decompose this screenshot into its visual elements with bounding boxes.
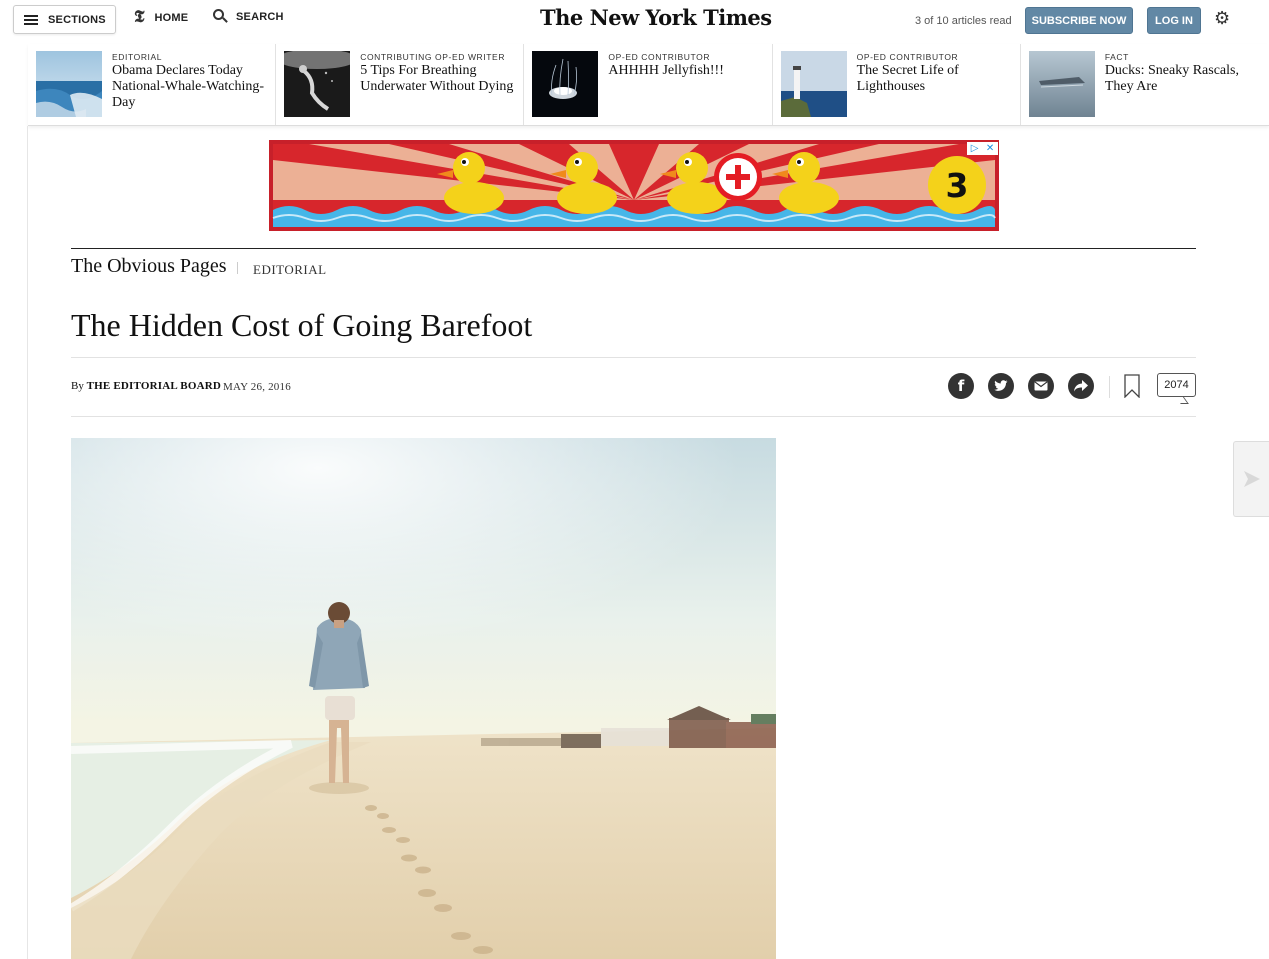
page-left-rule bbox=[27, 126, 28, 959]
sections-label: SECTIONS bbox=[48, 13, 106, 26]
sections-button[interactable]: SECTIONS bbox=[13, 5, 116, 34]
more-share-icon[interactable] bbox=[1068, 373, 1094, 399]
email-share-icon[interactable] bbox=[1028, 373, 1054, 399]
ribbon-item[interactable]: EDITORIAL Obama Declares Today National-… bbox=[28, 44, 277, 125]
byline-author[interactable]: THE EDITORIAL BOARD bbox=[87, 380, 221, 392]
ribbon-title[interactable]: Ducks: Sneaky Rascals, They Are bbox=[1105, 63, 1265, 95]
ad-choices-icon[interactable]: ▷ ✕ bbox=[967, 142, 998, 155]
top-navigation-bar: SECTIONS 𝕿 HOME SEARCH The New York Time… bbox=[0, 0, 1269, 44]
ribbon-item[interactable]: CONTRIBUTING OP-ED WRITER 5 Tips For Bre… bbox=[276, 44, 525, 125]
ribbon-item[interactable]: OP-ED CONTRIBUTOR The Secret Life of Lig… bbox=[773, 44, 1021, 125]
home-button[interactable]: 𝕿 HOME bbox=[134, 9, 188, 26]
hamburger-menu-icon bbox=[24, 14, 38, 25]
ribbon-thumbnail bbox=[1028, 51, 1095, 117]
comments-bubble-tail bbox=[1175, 396, 1189, 404]
byline-prefix: By bbox=[71, 380, 84, 392]
twitter-share-icon[interactable] bbox=[988, 373, 1014, 399]
ad-counter: 3 bbox=[946, 166, 969, 205]
banner-advertisement[interactable]: 3 bbox=[269, 140, 999, 231]
ribbon-kicker: CONTRIBUTING OP-ED WRITER bbox=[360, 52, 506, 62]
ribbon-kicker: OP-ED CONTRIBUTOR bbox=[608, 52, 711, 62]
ribbon-thumbnail bbox=[36, 51, 102, 117]
facebook-share-icon[interactable]: f bbox=[948, 373, 974, 399]
ribbon-item[interactable]: FACT Ducks: Sneaky Rascals, They Are bbox=[1021, 44, 1269, 125]
next-article-tab[interactable] bbox=[1233, 441, 1269, 517]
ribbon-title[interactable]: Obama Declares Today National-Whale-Watc… bbox=[112, 63, 272, 111]
article-headline: The Hidden Cost of Going Barefoot bbox=[71, 307, 533, 343]
home-label: HOME bbox=[154, 11, 189, 24]
column-name[interactable]: The Obvious Pages bbox=[71, 255, 227, 278]
search-icon bbox=[213, 9, 228, 24]
search-label: SEARCH bbox=[236, 10, 284, 23]
bookmark-icon[interactable] bbox=[1124, 374, 1140, 399]
ribbon-kicker: FACT bbox=[1104, 52, 1129, 62]
ribbon-kicker: OP-ED CONTRIBUTOR bbox=[856, 52, 959, 62]
publish-date: MAY 26, 2016 bbox=[223, 381, 291, 393]
articles-read-meter: 3 of 10 articles read bbox=[915, 15, 1012, 27]
ribbon-title[interactable]: AHHHH Jellyfish!!! bbox=[608, 63, 768, 79]
ribbon-thumbnail bbox=[532, 51, 599, 117]
byline-divider bbox=[71, 416, 1196, 417]
kicker-divider bbox=[237, 262, 238, 274]
headline-divider bbox=[71, 357, 1196, 358]
ribbon-title[interactable]: 5 Tips For Breathing Underwater Without … bbox=[360, 63, 520, 95]
nyt-t-logo-icon: 𝕿 bbox=[134, 7, 145, 27]
masthead-logo[interactable]: The New York Times bbox=[540, 5, 772, 30]
share-divider bbox=[1109, 376, 1110, 398]
byline: By THE EDITORIAL BOARD bbox=[71, 380, 221, 392]
hero-image bbox=[71, 438, 776, 959]
ribbon-thumbnail bbox=[284, 51, 351, 117]
comments-count-button[interactable]: 2074 bbox=[1157, 373, 1196, 397]
article-ribbon: EDITORIAL Obama Declares Today National-… bbox=[28, 44, 1269, 126]
subscribe-button[interactable]: SUBSCRIBE NOW bbox=[1025, 7, 1133, 34]
login-button[interactable]: LOG IN bbox=[1147, 7, 1201, 34]
ribbon-kicker: EDITORIAL bbox=[112, 52, 163, 62]
section-top-rule bbox=[71, 248, 1196, 249]
ribbon-item[interactable]: OP-ED CONTRIBUTOR AHHHH Jellyfish!!! bbox=[524, 44, 773, 125]
ribbon-title[interactable]: The Secret Life of Lighthouses bbox=[857, 63, 1017, 95]
chevron-right-icon bbox=[1243, 471, 1260, 487]
ribbon-thumbnail bbox=[780, 51, 847, 117]
gear-icon[interactable]: ⚙ bbox=[1214, 10, 1230, 28]
article-kicker[interactable]: EDITORIAL bbox=[253, 262, 327, 278]
search-button[interactable]: SEARCH bbox=[213, 9, 284, 24]
